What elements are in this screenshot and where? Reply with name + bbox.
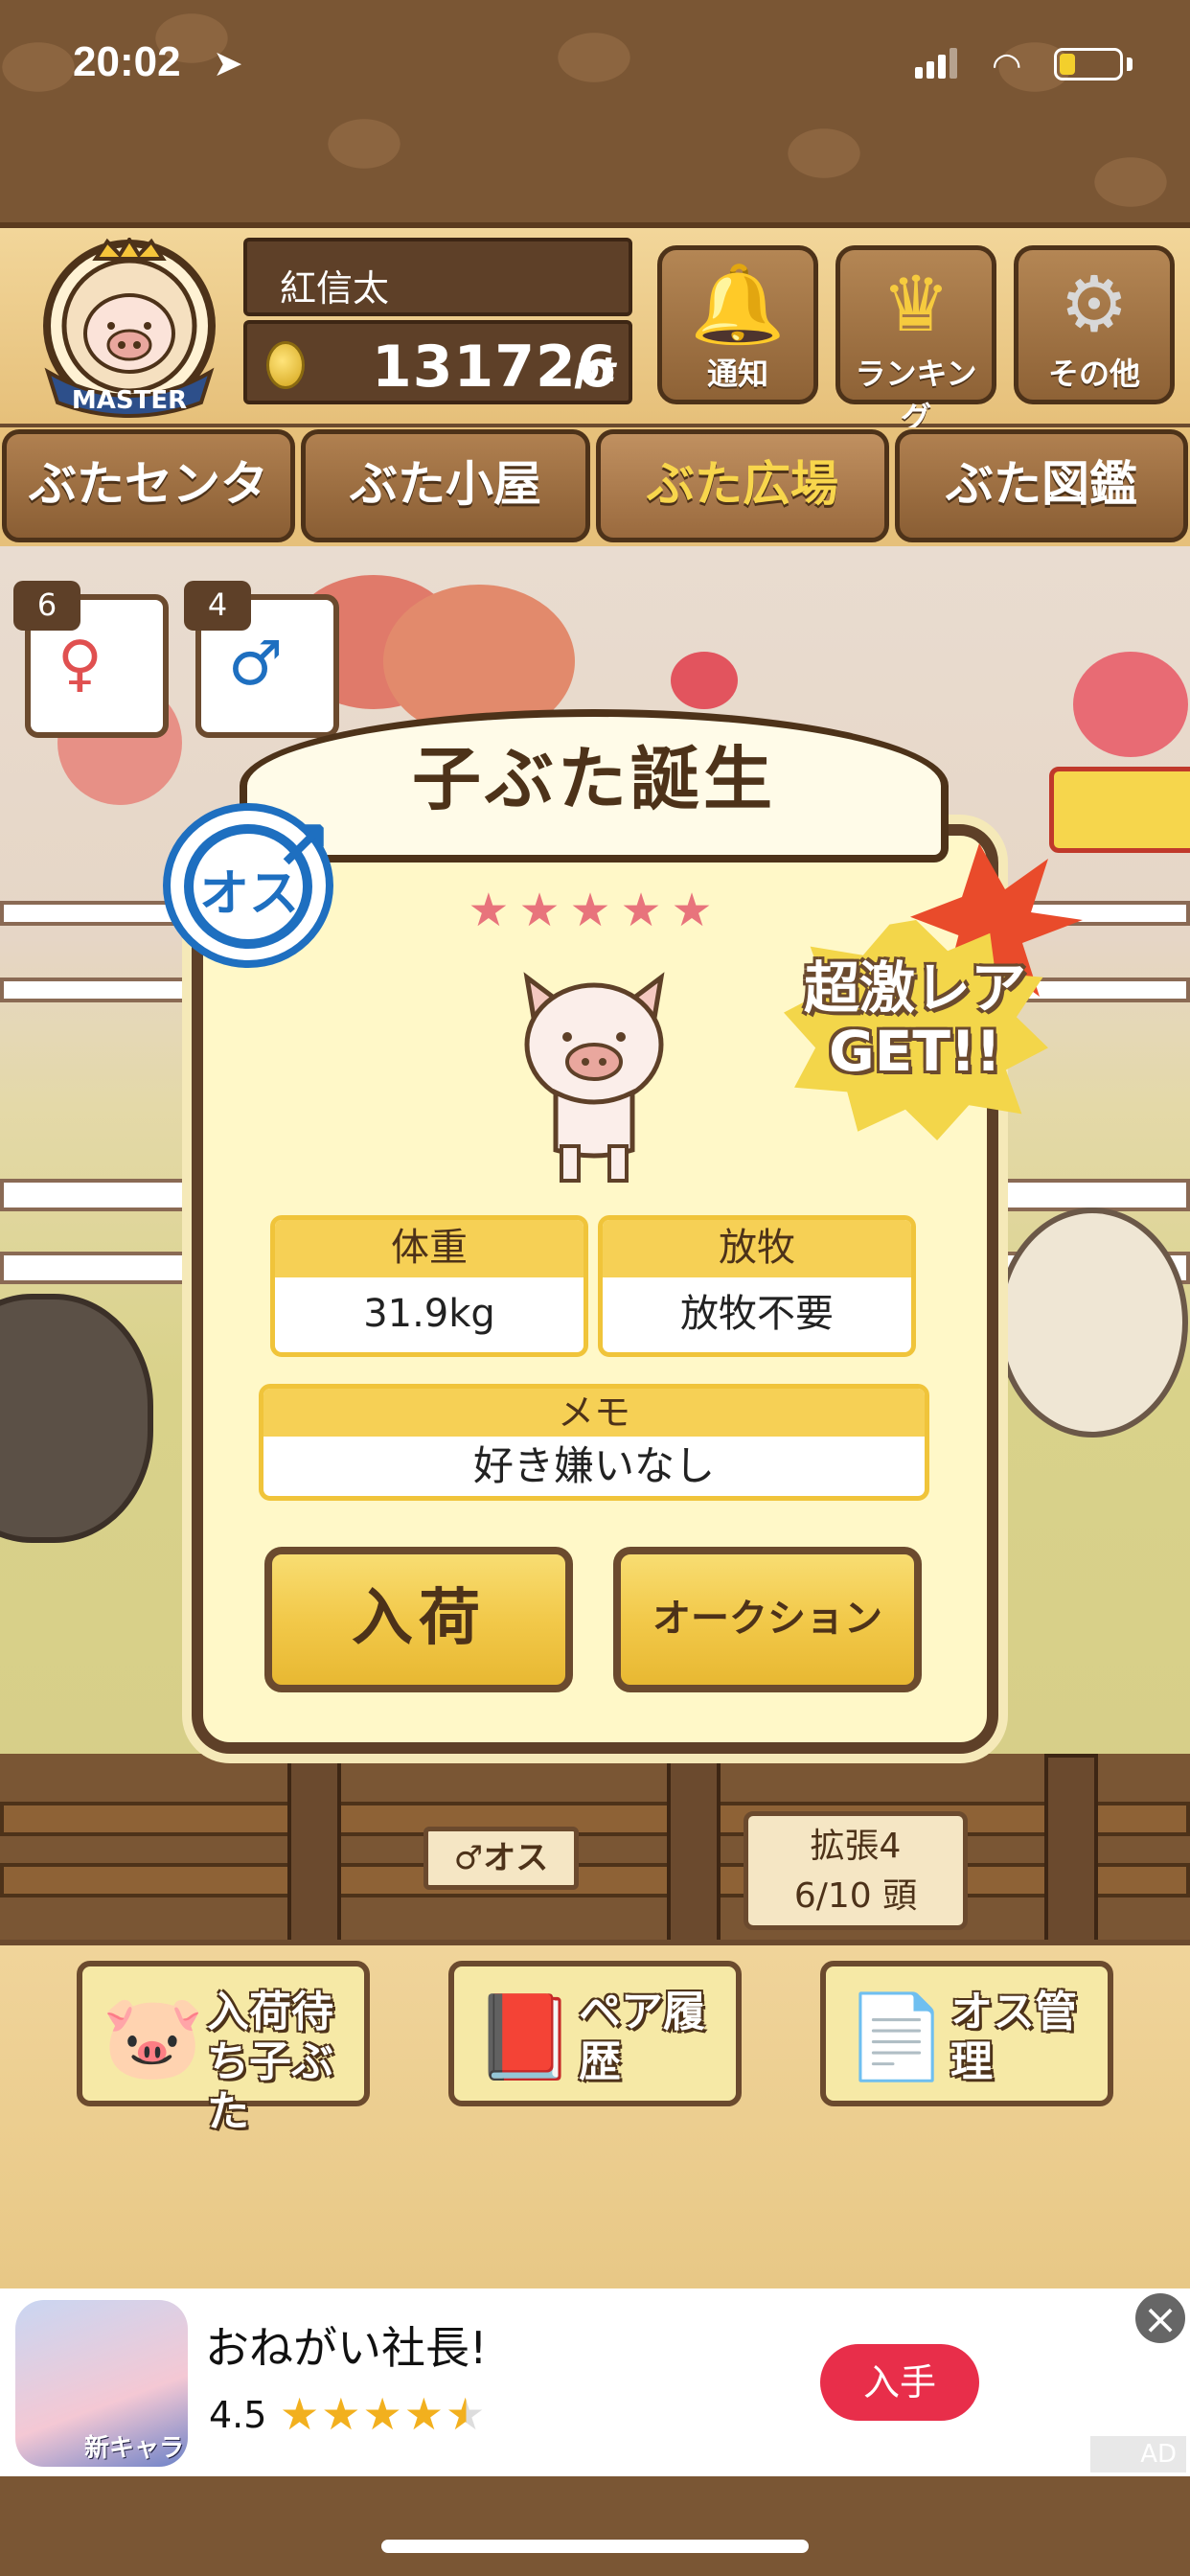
memo-value: 好き嫌いなし (472, 1442, 715, 1489)
male-symbol-icon: ↗ (274, 805, 332, 886)
master-badge-avatar[interactable]: MASTER (29, 238, 230, 420)
tab-buta-hut[interactable]: ぶた小屋 (301, 429, 590, 542)
weight-box: 体重 31.9kg (270, 1215, 588, 1357)
pair-history-button[interactable]: 📕 ペア履歴 (448, 1961, 742, 2106)
ad-banner[interactable]: 新キャラ おねがい社長! 4.5 ★★★★★ 入手 (0, 2288, 1190, 2476)
female-ticket[interactable]: 6 ♀ (13, 581, 169, 738)
star-icon: ★ (671, 884, 722, 937)
notify-label: 通知 (706, 356, 768, 392)
male-management-label: オス管理 (950, 1988, 1077, 2086)
tree-decoration (1073, 652, 1188, 757)
waiting-piglets-button[interactable]: 🐷 入荷待ち子ぶた (77, 1961, 370, 2136)
battery-icon (1054, 48, 1123, 80)
fence-post (667, 1754, 721, 1945)
dialog-title: 子ぶた誕生 (411, 739, 776, 819)
ad-title: おねがい社長! (205, 2322, 488, 2374)
other-label: その他 (1047, 356, 1140, 392)
ad-app-icon[interactable]: 新キャラ (15, 2300, 188, 2467)
ad-rating: 4.5 (209, 2394, 267, 2436)
cart-decoration (1049, 767, 1190, 853)
wood-fence-rail (0, 1863, 1190, 1898)
memo-label: メモ (263, 1389, 925, 1437)
crown-icon: ♛ (881, 260, 950, 349)
notify-button[interactable]: 🔔 通知 (657, 245, 818, 404)
heart-book-icon: 📕 (473, 1990, 577, 2085)
male-area-sign[interactable]: ♂オス (423, 1827, 579, 1890)
waiting-piglets-label: 入荷待ち子ぶた (207, 1988, 333, 2136)
coin-icon (266, 341, 305, 389)
auction-button[interactable]: オークション (613, 1547, 922, 1692)
ground-area (0, 1754, 1190, 1945)
sheep-pig-character[interactable] (996, 1208, 1188, 1438)
gear-icon: ⚙ (1060, 260, 1129, 349)
home-indicator[interactable] (381, 2540, 809, 2553)
weight-label: 体重 (275, 1220, 584, 1277)
male-ticket-count: 4 (184, 581, 251, 631)
memo-box: メモ 好き嫌いなし (259, 1384, 929, 1501)
male-ticket[interactable]: 4 ♂ (184, 581, 339, 738)
badge-label: MASTER (72, 386, 187, 415)
grazing-value: 放牧不要 (680, 1292, 834, 1336)
player-name: 紅信太 (243, 238, 632, 316)
ad-close-button[interactable]: × (1133, 2290, 1188, 2346)
weight-value: 31.9kg (363, 1292, 495, 1336)
bottom-background (0, 2476, 1190, 2576)
ad-rating-stars: ★★★★★ (280, 2388, 488, 2440)
tab-buta-plaza[interactable]: ぶた広場 (596, 429, 889, 542)
star-icon: ★ (569, 884, 621, 937)
other-button[interactable]: ⚙ その他 (1014, 245, 1175, 404)
points-display: 131726 pt (243, 320, 632, 404)
male-document-icon: 📄 (845, 1990, 949, 2085)
pig-capacity: 6/10 頭 (793, 1876, 918, 1916)
tab-buta-center[interactable]: ぶたセンター (2, 429, 295, 611)
ad-mark: AD (1090, 2436, 1186, 2472)
dark-pig-character[interactable] (0, 1294, 153, 1543)
wifi-icon: ◠ (992, 46, 1022, 85)
star-icon: ★ (620, 884, 672, 937)
ranking-button[interactable]: ♛ ランキング (835, 245, 996, 436)
status-bar: 20:02 ➤ ◠ (0, 0, 1190, 129)
pig-face-icon: 🐷 (102, 1990, 205, 2085)
ad-get-button[interactable]: 入手 (820, 2344, 979, 2421)
star-icon: ★ (468, 884, 519, 937)
pair-history-label: ペア履歴 (579, 1988, 705, 2086)
ad-icon-tag: 新キャラ (84, 2434, 185, 2463)
rarity-stars: ★★★★★ (192, 884, 998, 937)
grazing-box: 放牧 放牧不要 (598, 1215, 916, 1357)
tab-buta-encyclopedia[interactable]: ぶた図鑑 (895, 429, 1188, 542)
piglet-image (523, 972, 665, 1183)
female-medicine-icon: ♀ (57, 629, 103, 700)
fence-post (287, 1754, 341, 1945)
accept-button[interactable]: 入荷 (264, 1547, 573, 1692)
dialog-title-banner: 子ぶた誕生 (240, 709, 949, 862)
status-time: 20:02 (73, 38, 181, 85)
wood-fence-rail (0, 1802, 1190, 1836)
star-icon: ★ (518, 884, 570, 937)
expansion-sign[interactable]: 拡張4 6/10 頭 (744, 1811, 968, 1930)
super-rare-label: 超激レア GET!! (803, 955, 1026, 1084)
ranking-label: ランキング (855, 356, 977, 436)
cellular-signal-icon (915, 48, 959, 79)
male-medicine-icon: ♂ (228, 629, 284, 700)
bell-icon: 🔔 (690, 260, 786, 349)
grazing-label: 放牧 (603, 1220, 911, 1277)
heart-decoration (671, 652, 738, 709)
points-unit: pt (575, 351, 616, 390)
location-arrow-icon: ➤ (213, 42, 243, 84)
expansion-level: 拡張4 (810, 1827, 902, 1866)
female-ticket-count: 6 (13, 581, 80, 631)
fence-post (1044, 1754, 1098, 1945)
male-management-button[interactable]: 📄 オス管理 (820, 1961, 1113, 2106)
